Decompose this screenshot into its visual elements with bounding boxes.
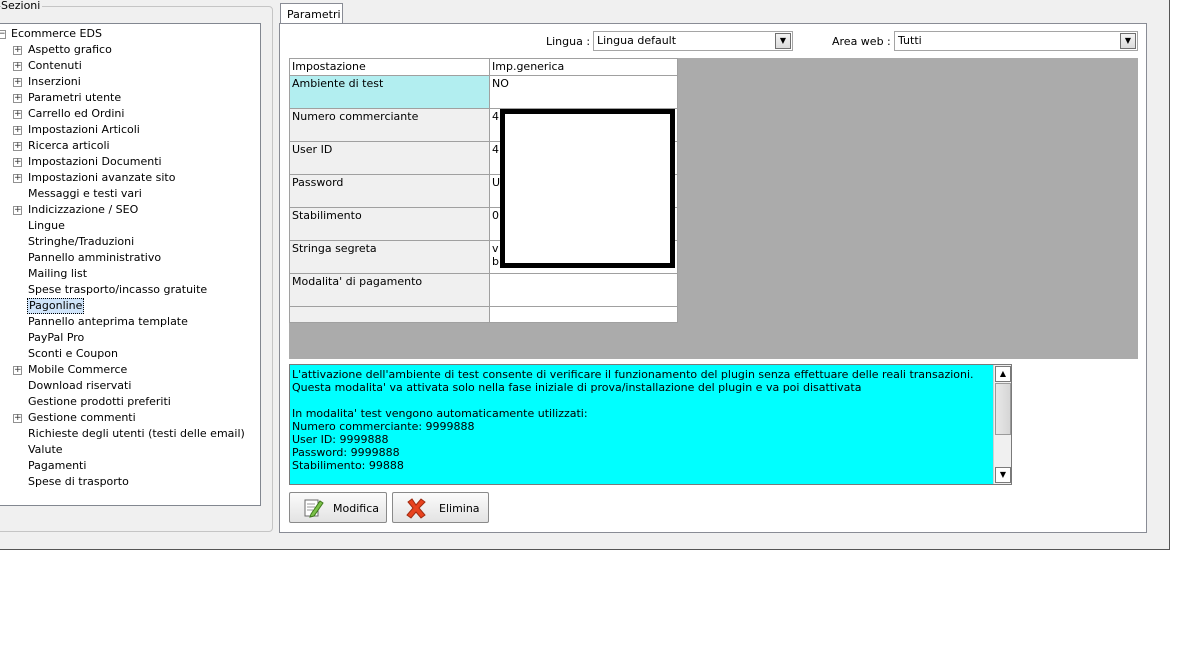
expand-icon[interactable]: + xyxy=(13,62,22,71)
expand-icon[interactable]: + xyxy=(13,366,22,375)
scroll-down-icon[interactable]: ▼ xyxy=(995,467,1011,483)
tree-item-label: Sconti e Coupon xyxy=(28,347,118,360)
expand-icon[interactable]: + xyxy=(13,78,22,87)
area-web-selected-value: Tutti xyxy=(898,34,922,47)
description-line: L'attivazione dell'ambiente di test cons… xyxy=(292,368,974,381)
tree-item-label: Spese di trasporto xyxy=(28,475,129,488)
tree-item-label: Pagamenti xyxy=(28,459,87,472)
expand-icon[interactable]: + xyxy=(13,206,22,215)
lingua-label: Lingua : xyxy=(546,35,591,48)
tree-item-label: Ricerca articoli xyxy=(28,139,110,152)
grid-cell-name[interactable]: Stabilimento xyxy=(290,208,490,241)
grid-cell-name[interactable]: Ambiente di test xyxy=(290,76,490,109)
tree-item-label: Carrello ed Ordini xyxy=(28,107,125,120)
elimina-label: Elimina xyxy=(439,502,480,515)
dropdown-arrow-icon[interactable]: ▼ xyxy=(1120,33,1136,49)
grid-cell-name[interactable] xyxy=(290,307,490,323)
tab-parametri[interactable]: Parametri xyxy=(280,3,343,24)
description-line: Questa modalita' va attivata solo nella … xyxy=(292,381,862,394)
grid-cell-name[interactable]: Modalita' di pagamento xyxy=(290,274,490,307)
sections-group: Sezioni − Ecommerce EDS + Aspetto grafico… xyxy=(0,0,273,532)
tree-item-label: Parametri utente xyxy=(28,91,122,104)
sections-tree[interactable]: − Ecommerce EDS + Aspetto grafico + Contenu… xyxy=(0,23,261,506)
expand-icon[interactable]: + xyxy=(13,158,22,167)
tree-item-label: Pagonline xyxy=(27,298,85,314)
grid-header-value[interactable]: Imp.generica xyxy=(490,59,677,76)
expand-icon[interactable]: + xyxy=(13,126,22,135)
elimina-button[interactable]: Elimina xyxy=(392,492,489,523)
description-line: User ID: 9999888 xyxy=(292,433,389,446)
tree-item-label: Gestione prodotti preferiti xyxy=(28,395,171,408)
tree-item-label: Spese trasporto/incasso gratuite xyxy=(28,283,208,296)
tree-item-label: Mobile Commerce xyxy=(28,363,128,376)
tree-item-label: Messaggi e testi vari xyxy=(28,187,142,200)
tree-item-label: Contenuti xyxy=(28,59,82,72)
grid-header-impostazione[interactable]: Impostazione xyxy=(290,59,490,76)
lingua-selected-value: Lingua default xyxy=(597,34,677,47)
tree-item-label: Impostazioni avanzate sito xyxy=(28,171,176,184)
collapse-icon[interactable]: − xyxy=(0,30,6,39)
tree-item-label: Pannello anteprima template xyxy=(28,315,188,328)
modifica-label: Modifica xyxy=(333,502,379,515)
lingua-select[interactable]: Lingua default ▼ xyxy=(593,31,793,51)
tree-item-label: Inserzioni xyxy=(28,75,81,88)
expand-icon[interactable]: + xyxy=(13,110,22,119)
modifica-button[interactable]: Modifica xyxy=(289,492,387,523)
tree-item-label: Richieste degli utenti (testi delle emai… xyxy=(28,427,245,440)
description-line: Numero commerciante: 9999888 xyxy=(292,420,475,433)
edit-icon xyxy=(304,499,324,518)
description-line xyxy=(292,394,992,407)
tree-item-label: Download riservati xyxy=(28,379,132,392)
tree-item-label: Lingue xyxy=(28,219,65,232)
area-web-label: Area web : xyxy=(832,35,891,48)
expand-icon[interactable]: + xyxy=(13,142,22,151)
description-line: In modalita' test vengono automaticament… xyxy=(292,407,588,420)
app-window: Sezioni − Ecommerce EDS + Aspetto grafico… xyxy=(0,0,1170,550)
description-box[interactable]: L'attivazione dell'ambiente di test cons… xyxy=(289,364,1012,485)
tree-item-label: Impostazioni Articoli xyxy=(28,123,140,136)
vertical-scrollbar[interactable]: ▲ ▼ xyxy=(993,365,1011,484)
description-line: Stabilimento: 99888 xyxy=(292,459,404,472)
expand-icon[interactable]: + xyxy=(13,174,22,183)
redaction-box xyxy=(500,109,675,268)
scroll-up-icon[interactable]: ▲ xyxy=(995,366,1011,382)
area-web-select[interactable]: Tutti ▼ xyxy=(894,31,1138,51)
expand-icon[interactable]: + xyxy=(13,46,22,55)
tab-parametri-label: Parametri xyxy=(287,8,341,21)
sections-group-title: Sezioni xyxy=(1,0,43,12)
expand-icon[interactable]: + xyxy=(13,414,22,423)
delete-x-icon xyxy=(406,498,426,519)
grid-cell-value[interactable]: NO xyxy=(490,76,677,109)
tree-item-label: Stringhe/Traduzioni xyxy=(28,235,135,248)
dropdown-arrow-icon[interactable]: ▼ xyxy=(775,33,791,49)
grid-cell-name[interactable]: Stringa segreta xyxy=(290,241,490,274)
grid-cell-value[interactable] xyxy=(490,307,677,323)
tree-item-label: Pannello amministrativo xyxy=(28,251,162,264)
tree-item-label: Gestione commenti xyxy=(28,411,136,424)
tree-item-label: Aspetto grafico xyxy=(28,43,112,56)
tree-item-label: Mailing list xyxy=(28,267,88,280)
grid-cell-name[interactable]: Password xyxy=(290,175,490,208)
tree-item-label: Valute xyxy=(28,443,63,456)
expand-icon[interactable]: + xyxy=(13,94,22,103)
tree-item-label: Impostazioni Documenti xyxy=(28,155,162,168)
description-line: Password: 9999888 xyxy=(292,446,400,459)
grid-cell-value[interactable] xyxy=(490,274,677,307)
grid-cell-name[interactable]: Numero commerciante xyxy=(290,109,490,142)
scroll-thumb[interactable] xyxy=(995,383,1011,435)
tree-root-label: Ecommerce EDS xyxy=(11,27,102,40)
grid-cell-name[interactable]: User ID xyxy=(290,142,490,175)
tree-item-label: Indicizzazione / SEO xyxy=(28,203,139,216)
tree-item-label: PayPal Pro xyxy=(28,331,85,344)
